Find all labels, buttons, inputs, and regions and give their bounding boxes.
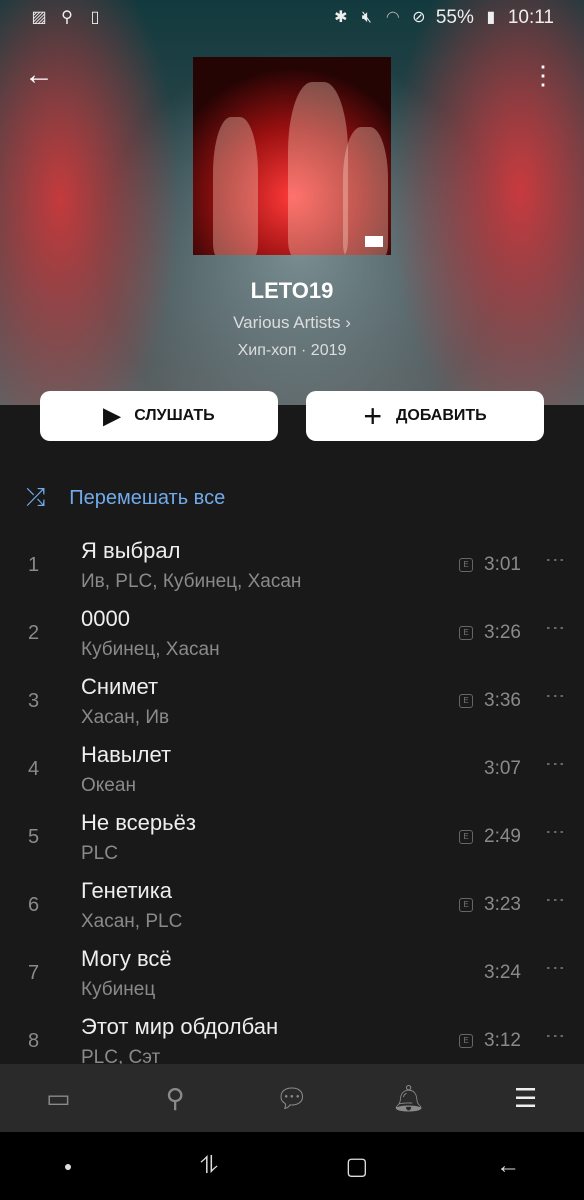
track-number: 4 [28,758,40,780]
dot-icon[interactable]: ● [64,1158,72,1174]
track-title: Снимет [81,674,159,699]
track-duration: 3:12 [484,1030,521,1051]
bottom-tab-bar: ▭ ⚲ 💬︎ 🔔︎ ☰ [0,1064,584,1132]
track-artists: PLC [81,843,118,864]
status-bar: ▨ ⚲ ▯ ✱ 🔇︎ ◠ ⊘ 55% ▮ 10:11 [0,0,584,36]
track-duration: 3:24 [484,962,521,983]
track-row[interactable]: 2 0000 Кубинец, Хасан E 3:26 ⋮ [0,600,584,668]
explicit-icon: E [459,1034,473,1048]
shuffle-all-button[interactable]: ⤮ Перемешать все [26,484,225,512]
mute-icon: 🔇︎ [361,9,372,26]
search-icon[interactable]: ⚲ [155,1083,195,1114]
wifi-icon: ◠ [385,9,400,26]
track-title: Я выбрал [81,538,181,563]
explicit-icon: E [459,830,473,844]
track-title: Не всерьёз [81,810,196,835]
track-number: 1 [28,554,40,576]
album-title: LETO19 [250,278,334,303]
track-more-icon[interactable]: ⋮ [544,754,566,774]
track-title: 0000 [81,606,130,631]
track-row[interactable]: 3 Снимет Хасан, Ив E 3:36 ⋮ [0,668,584,736]
system-navigation-bar: ● ⥮ ▢ ← [0,1132,584,1200]
track-number: 2 [28,622,40,644]
track-artists: Ив, PLC, Кубинец, Хасан [81,571,302,592]
track-more-icon[interactable]: ⋮ [544,822,566,842]
track-duration: 2:49 [484,826,521,847]
back-arrow-icon[interactable]: ← [24,58,54,92]
dnd-icon: ⊘ [412,9,426,26]
track-number: 6 [28,894,40,916]
play-label: СЛУШАТЬ [134,407,215,424]
screen-record-icon: ▯ [90,9,100,26]
track-artists: Кубинец [81,979,156,1000]
messages-icon[interactable]: 💬︎ [272,1083,312,1114]
track-more-icon[interactable]: ⋮ [544,890,566,910]
explicit-icon: E [459,898,473,912]
parental-advisory-label [365,236,383,247]
track-artists: Океан [81,775,136,796]
explicit-icon: E [459,626,473,640]
chevron-right-icon: › [345,313,351,332]
album-cover [193,57,391,255]
battery-icon: ▮ [486,9,496,26]
track-duration: 3:01 [484,554,521,575]
play-icon: ▶ [103,403,121,428]
track-row[interactable]: 5 Не всерьёз PLC E 2:49 ⋮ [0,804,584,872]
track-row[interactable]: 6 Генетика Хасан, PLC E 3:23 ⋮ [0,872,584,940]
gallery-icon: ▨ [31,9,47,26]
explicit-icon: E [459,558,473,572]
recents-icon[interactable]: ⥮ [200,1152,217,1180]
bluetooth-icon: ✱ [334,9,348,26]
track-artists: Хасан, PLC [81,911,183,932]
track-row[interactable]: 1 Я выбрал Ив, PLC, Кубинец, Хасан E 3:0… [0,532,584,600]
track-artists: Хасан, Ив [81,707,170,728]
home-icon[interactable]: ▢ [346,1152,369,1181]
track-row[interactable]: 4 Навылет Океан 3:07 ⋮ [0,736,584,804]
add-label: ДОБАВИТЬ [396,407,487,424]
track-title: Генетика [81,878,173,903]
notifications-icon[interactable]: 🔔︎ [389,1083,429,1114]
track-more-icon[interactable]: ⋮ [544,1026,566,1046]
news-icon[interactable]: ▭ [38,1083,78,1114]
track-number: 3 [28,690,40,712]
track-more-icon[interactable]: ⋮ [544,618,566,638]
shuffle-label: Перемешать все [69,486,226,509]
track-number: 7 [28,962,40,984]
battery-level: 55% [435,7,474,28]
explicit-icon: E [459,694,473,708]
more-options-icon[interactable]: ⋮ [530,60,556,91]
album-artist-link[interactable]: Various Artists › [0,313,584,333]
track-duration: 3:36 [484,690,521,711]
track-more-icon[interactable]: ⋮ [544,686,566,706]
shuffle-icon: ⤮ [26,484,46,511]
track-title: Навылет [81,742,172,767]
track-duration: 3:07 [484,758,521,779]
menu-icon[interactable]: ☰ [506,1083,546,1114]
track-number: 8 [28,1030,40,1052]
track-row[interactable]: 7 Могу всё Кубинец 3:24 ⋮ [0,940,584,1008]
plus-icon: + [363,397,383,434]
track-title: Могу всё [81,946,172,971]
track-more-icon[interactable]: ⋮ [544,550,566,570]
play-button[interactable]: ▶ СЛУШАТЬ [40,391,278,441]
track-number: 5 [28,826,40,848]
back-icon[interactable]: ← [496,1152,520,1180]
track-artists: Кубинец, Хасан [81,639,220,660]
track-duration: 3:26 [484,622,521,643]
album-header: ▨ ⚲ ▯ ✱ 🔇︎ ◠ ⊘ 55% ▮ 10:11 ← ⋮ LETO19 Va… [0,0,584,405]
track-more-icon[interactable]: ⋮ [544,958,566,978]
search-icon: ⚲ [61,9,73,26]
add-button[interactable]: + ДОБАВИТЬ [306,391,544,441]
album-genre-year: Хип-хоп · 2019 [237,342,347,359]
clock: 10:11 [507,7,554,28]
track-duration: 3:23 [484,894,521,915]
artist-name: Various Artists [233,313,341,332]
track-title: Этот мир обдолбан [81,1014,279,1039]
